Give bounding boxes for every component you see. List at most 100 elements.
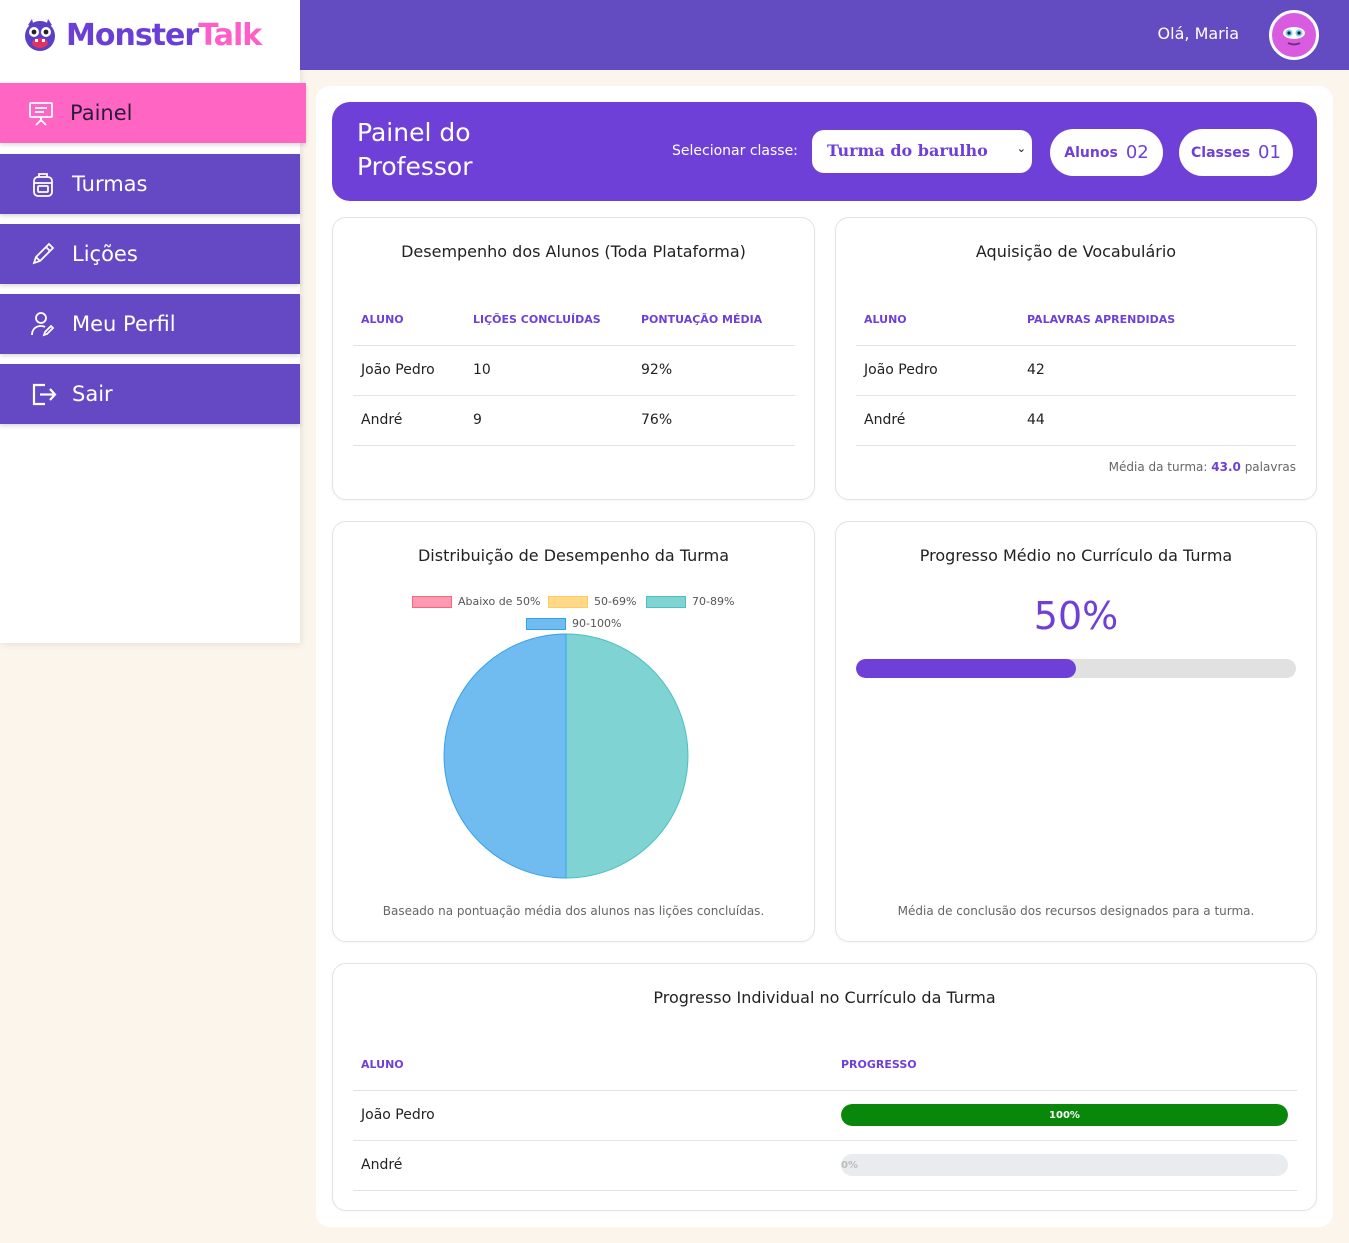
vocabulary-card: Aquisição de Vocabulário ALUNO PALAVRAS … xyxy=(835,217,1317,500)
student-name: André xyxy=(353,395,465,446)
legend-item[interactable]: 70-89% xyxy=(646,595,734,608)
legend-swatch xyxy=(548,595,588,608)
table-header-row: ALUNO LIÇÕES CONCLUÍDAS PONTUAÇÃO MÉDIA xyxy=(353,295,795,346)
legend-swatch xyxy=(526,617,566,630)
legend-label: 70-89% xyxy=(692,595,735,608)
card-title: Aquisição de Vocabulário xyxy=(975,242,1177,261)
chevron-down-icon: ⌄ xyxy=(1016,142,1026,155)
column-header: PROGRESSO xyxy=(833,1040,1297,1091)
curriculum-progress-fill xyxy=(856,659,1076,678)
sidebar-item-licoes[interactable]: Lições xyxy=(0,224,300,284)
performance-distribution-card: Distribuição de Desempenho da Turma Abai… xyxy=(332,521,815,942)
column-header: ALUNO xyxy=(856,295,1019,346)
user-avatar[interactable] xyxy=(1269,10,1319,60)
card-title: Progresso Médio no Currículo da Turma xyxy=(919,546,1233,565)
user-edit-icon xyxy=(31,312,55,337)
students-count: 02 xyxy=(1125,142,1149,163)
legend-swatch xyxy=(412,595,452,608)
class-select[interactable]: Turma do barulho ⌄ xyxy=(812,130,1032,173)
legend-item[interactable]: 90-100% xyxy=(526,617,621,630)
card-title: Progresso Individual no Currículo da Tur… xyxy=(653,988,996,1007)
student-name: João Pedro xyxy=(353,1090,833,1141)
pencil-icon xyxy=(32,242,55,265)
individual-progress-table: ALUNO PROGRESSO João Pedro 100% André 0% xyxy=(353,1040,1297,1191)
table-row: João Pedro 100% xyxy=(353,1090,1297,1141)
classes-count: 01 xyxy=(1258,142,1281,163)
sidebar-item-meu-perfil[interactable]: Meu Perfil xyxy=(0,294,300,354)
sidebar-item-label: Meu Perfil xyxy=(72,312,176,336)
card-title: Desempenho dos Alunos (Toda Plataforma) xyxy=(401,242,746,261)
sidebar-item-label: Lições xyxy=(72,242,138,266)
class-average-note: Média da turma: 43.0 palavras xyxy=(1109,460,1296,474)
class-average-value: 43.0 xyxy=(1211,460,1241,474)
performance-table: ALUNO LIÇÕES CONCLUÍDAS PONTUAÇÃO MÉDIA … xyxy=(353,295,795,446)
students-label: Alunos xyxy=(1064,144,1118,161)
class-average-suffix: palavras xyxy=(1244,460,1296,474)
legend-label: 50-69% xyxy=(594,595,637,608)
students-count-badge: Alunos 02 xyxy=(1050,129,1163,176)
column-header: PALAVRAS APRENDIDAS xyxy=(1019,295,1296,346)
monster-avatar-icon xyxy=(1276,17,1312,53)
logout-icon xyxy=(32,383,57,406)
pie-slice-70-89-[interactable] xyxy=(565,633,689,879)
class-select-value: Turma do barulho xyxy=(827,141,988,160)
class-select-label: Selecionar classe: xyxy=(672,143,798,159)
sidebar-item-turmas[interactable]: Turmas xyxy=(0,154,300,214)
table-row: André 44 xyxy=(856,395,1296,446)
lessons-completed: 9 xyxy=(465,395,633,446)
sidebar-item-label: Sair xyxy=(72,382,113,406)
table-row: André 9 76% xyxy=(353,395,795,446)
student-progress-fill: 0% xyxy=(841,1154,858,1176)
legend-item[interactable]: Abaixo de 50% xyxy=(412,595,540,608)
table-row: João Pedro 10 92% xyxy=(353,345,795,396)
table-header-row: ALUNO PALAVRAS APRENDIDAS xyxy=(856,295,1296,346)
classes-count-badge: Classes 01 xyxy=(1179,129,1293,176)
legend-label: Abaixo de 50% xyxy=(458,595,541,608)
progress-cell: 100% xyxy=(833,1090,1297,1141)
table-header-row: ALUNO PROGRESSO xyxy=(353,1040,1297,1091)
table-row: João Pedro 42 xyxy=(856,345,1296,396)
student-performance-card: Desempenho dos Alunos (Toda Plataforma) … xyxy=(332,217,815,500)
sidebar-item-label: Turmas xyxy=(72,172,148,196)
column-header: ALUNO xyxy=(353,1040,833,1091)
dashboard-header: Painel do Professor Selecionar classe: T… xyxy=(332,102,1317,201)
legend-label: 90-100% xyxy=(572,617,622,630)
legend-item[interactable]: 50-69% xyxy=(548,595,636,608)
distribution-note: Baseado na pontuação média dos alunos na… xyxy=(382,904,765,918)
table-row: André 0% xyxy=(353,1140,1297,1191)
student-name: João Pedro xyxy=(856,345,1019,396)
student-name: André xyxy=(353,1140,833,1191)
column-header: LIÇÕES CONCLUÍDAS xyxy=(465,295,633,346)
student-progress-label: 100% xyxy=(1049,1109,1080,1121)
words-learned: 44 xyxy=(1019,395,1296,446)
page-title: Painel do Professor xyxy=(357,118,473,181)
column-header: ALUNO xyxy=(353,295,465,346)
sidebar-item-label: Painel xyxy=(70,101,133,125)
curriculum-progress-bar xyxy=(856,659,1296,678)
vocabulary-table: ALUNO PALAVRAS APRENDIDAS João Pedro 42 … xyxy=(856,295,1296,446)
student-progress-fill: 100% xyxy=(841,1104,1288,1126)
card-title: Distribuição de Desempenho da Turma xyxy=(417,546,729,565)
legend-swatch xyxy=(646,595,686,608)
monster-logo-icon xyxy=(25,19,55,51)
sidebar-item-painel[interactable]: Painel xyxy=(0,83,306,143)
distribution-pie-chart xyxy=(443,633,689,879)
curriculum-note: Média de conclusão dos recursos designad… xyxy=(897,904,1255,918)
curriculum-progress-card: Progresso Médio no Currículo da Turma 50… xyxy=(835,521,1317,942)
classes-label: Classes xyxy=(1191,144,1251,161)
pie-slice-90-100-[interactable] xyxy=(443,633,567,879)
student-progress-label: 0% xyxy=(841,1159,858,1171)
student-name: João Pedro xyxy=(353,345,465,396)
main-content: Painel do Professor Selecionar classe: T… xyxy=(316,86,1333,1227)
student-name: André xyxy=(856,395,1019,446)
brand-name-part2: Talk xyxy=(198,17,262,53)
backpack-icon xyxy=(33,173,53,197)
sidebar-item-sair[interactable]: Sair xyxy=(0,364,300,424)
average-score: 76% xyxy=(633,395,795,446)
presentation-icon xyxy=(29,102,53,126)
user-greeting: Olá, Maria xyxy=(1157,24,1239,43)
brand-logo[interactable]: MonsterTalk xyxy=(0,0,300,70)
topbar: Olá, Maria xyxy=(300,0,1349,70)
student-progress-bar: 100% xyxy=(841,1104,1288,1126)
lessons-completed: 10 xyxy=(465,345,633,396)
